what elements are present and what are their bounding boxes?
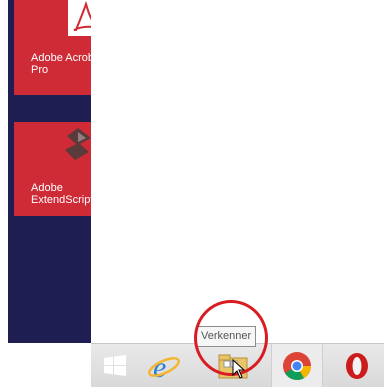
adobe-extendscript-icon — [65, 128, 91, 160]
opera-icon — [346, 353, 368, 379]
taskbar-internet-explorer-button[interactable]: e — [141, 344, 187, 387]
tile-adobe-acrobat-pro[interactable]: Adobe Acrobat Pro — [14, 0, 91, 95]
internet-explorer-icon: e — [148, 351, 180, 384]
adobe-acrobat-icon — [68, 0, 91, 36]
taskbar-start-button[interactable] — [91, 344, 139, 387]
highlight-circle — [194, 300, 268, 376]
svg-text:e: e — [153, 351, 166, 384]
page-margin — [0, 0, 8, 387]
tile-adobe-extendscript[interactable]: Adobe ExtendScript — [14, 122, 91, 216]
taskbar-opera-button[interactable] — [337, 344, 384, 387]
tile-label: Adobe ExtendScript — [31, 182, 91, 206]
mouse-pointer-icon — [232, 359, 246, 379]
windows-logo-icon — [104, 355, 126, 376]
tile-label: Adobe Acrobat Pro — [31, 52, 91, 76]
chrome-icon — [283, 352, 312, 381]
taskbar-chrome-button[interactable] — [271, 344, 323, 387]
